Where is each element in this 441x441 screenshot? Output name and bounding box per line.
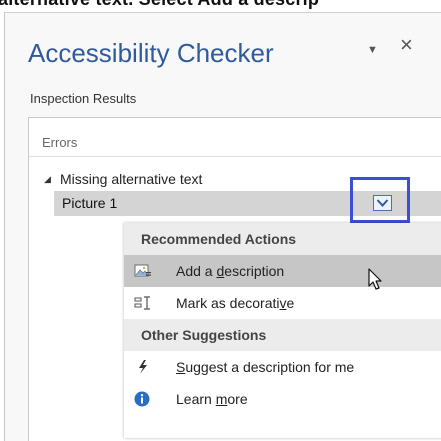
pane-title: Accessibility Checker (28, 38, 274, 68)
screenshot-root: alternative text. Select Add a descrip A… (0, 0, 441, 441)
expand-triangle-icon[interactable]: ◢ (44, 174, 60, 185)
suggest-description-menu-item[interactable]: Suggest a description for me (124, 351, 441, 383)
recommended-actions-header-label: Recommended Actions (141, 231, 297, 247)
image-description-icon (134, 264, 151, 277)
lightning-icon (139, 360, 147, 374)
errors-divider (29, 156, 441, 157)
top-caption-text: alternative text. Select Add a descrip (0, 0, 319, 10)
recommended-actions-header: Recommended Actions (124, 223, 441, 255)
mouse-cursor-icon (368, 268, 382, 290)
other-suggestions-header-label: Other Suggestions (141, 327, 267, 343)
dropdown-highlight-box (350, 177, 410, 223)
close-pane-button[interactable]: × (400, 34, 413, 56)
mark-as-decorative-label: Mark as decorative (176, 295, 295, 311)
learn-more-menu-item[interactable]: Learn more (124, 383, 441, 415)
missing-alt-text-group[interactable]: ◢ Missing alternative text (44, 171, 202, 187)
learn-more-label: Learn more (176, 391, 248, 407)
recommended-actions-menu: Recommended Actions Add a description Ma… (124, 223, 441, 438)
suggest-description-label: Suggest a description for me (176, 359, 355, 375)
inspection-results-label: Inspection Results (30, 91, 137, 106)
info-icon (134, 391, 150, 407)
picture-1-label: Picture 1 (62, 195, 118, 211)
pane-options-button[interactable]: ▼ (367, 44, 378, 56)
decorative-mark-icon (134, 296, 150, 310)
mark-as-decorative-menu-item[interactable]: Mark as decorative (124, 287, 441, 319)
errors-category-label: Errors (42, 135, 78, 150)
missing-alt-text-label: Missing alternative text (60, 171, 203, 187)
add-description-menu-item[interactable]: Add a description (124, 255, 441, 287)
add-description-label: Add a description (176, 263, 285, 279)
other-suggestions-header: Other Suggestions (124, 319, 441, 351)
